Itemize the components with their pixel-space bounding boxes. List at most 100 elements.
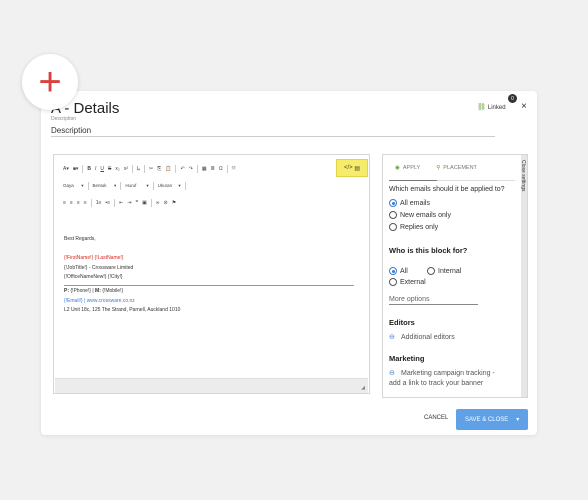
marketing-tracking-text[interactable]: Marketing campaign tracking - <box>401 370 495 377</box>
marketing-heading: Marketing <box>389 354 425 363</box>
font-select[interactable]: Huruf ▾ <box>125 183 148 189</box>
eye-icon: ◉ <box>395 165 400 171</box>
apply-question: Which emails should it be applied to? <box>389 186 505 193</box>
font-color-button[interactable]: A▾ <box>63 166 69 172</box>
toolbar-separator <box>196 165 198 173</box>
numbered-list-icon[interactable]: 1≡ <box>96 200 102 206</box>
bold-button[interactable]: B <box>87 166 91 172</box>
cancel-button[interactable]: CANCEL <box>424 415 448 421</box>
panel-tabs: ◉ APPLY ⚲ PLACEMENT <box>395 165 477 171</box>
underline-button[interactable]: U <box>100 166 104 172</box>
source-code-button[interactable]: </> ▤ <box>336 159 368 177</box>
bg-color-button[interactable]: ■▾ <box>73 166 79 172</box>
lock-icon: ⊖ <box>389 334 395 341</box>
description-label: Description <box>51 116 77 122</box>
cut-icon[interactable]: ✂ <box>149 166 153 172</box>
chevron-down-icon[interactable]: ▾ <box>516 416 519 423</box>
special-char-icon[interactable]: Ω <box>219 166 223 172</box>
audience-heading: Who is this block for? <box>389 246 468 255</box>
toolbar-separator <box>152 182 154 190</box>
save-close-button[interactable]: SAVE & CLOSE ▾ <box>456 409 528 430</box>
format-select[interactable]: Bentuk ▾ <box>93 183 117 189</box>
superscript-button[interactable]: x² <box>124 166 128 172</box>
toolbar-separator <box>175 165 177 173</box>
active-tab-underline <box>389 180 437 181</box>
greeting-text: Best Regards, <box>64 236 96 242</box>
radio-new-emails[interactable]: New emails only <box>389 211 451 219</box>
linked-label: Linked <box>487 105 506 111</box>
toolbar-separator <box>114 199 116 207</box>
strike-button[interactable]: S <box>108 166 111 172</box>
link-icon: ⛓ <box>477 104 486 111</box>
radio-icon <box>389 278 397 286</box>
link-icon[interactable]: ∞ <box>156 200 160 206</box>
div-icon[interactable]: ▣ <box>142 200 147 206</box>
toolbar-separator <box>120 182 122 190</box>
signature-content[interactable]: Best Regards, {!FirstName!} {!LastName!}… <box>64 235 364 316</box>
redo-icon[interactable]: ↷ <box>189 166 193 172</box>
italic-button[interactable]: I <box>95 166 96 172</box>
email-field[interactable]: {!Email!} | www.crossware.co.nz <box>64 297 364 307</box>
radio-all-emails[interactable]: All emails <box>389 199 430 207</box>
toolbar-separator <box>226 165 228 173</box>
copy-icon[interactable]: ⎘ <box>157 166 161 172</box>
address-field: L2 Unit 18c, 125 The Strand, Parnell, Au… <box>64 307 181 314</box>
linked-count-badge: 0 <box>508 94 517 103</box>
radio-replies-only[interactable]: Replies only <box>389 223 438 231</box>
pin-icon: ⚲ <box>436 165 441 171</box>
toolbar-separator <box>87 182 89 190</box>
close-icon[interactable]: × <box>521 101 527 112</box>
paste-icon[interactable]: 📋 <box>165 166 171 172</box>
tab-placement[interactable]: ⚲ PLACEMENT <box>436 165 477 171</box>
radio-audience-internal[interactable]: Internal <box>427 267 461 275</box>
blockquote-icon[interactable]: ❞ <box>135 200 138 206</box>
bullet-list-icon[interactable]: •≡ <box>105 200 110 206</box>
phone-row: P: {!Phone!} | M: {!Mobile!} <box>64 287 124 294</box>
align-left-icon[interactable]: ≡ <box>63 200 66 206</box>
radio-icon <box>389 267 397 275</box>
close-settings-button[interactable]: Close settings <box>520 160 526 191</box>
add-button[interactable]: + <box>22 54 78 110</box>
outdent-icon[interactable]: ⇤ <box>119 200 123 206</box>
maximize-icon[interactable]: ⤧ <box>232 166 236 172</box>
job-field: {!JobTitle!} - Crossware Limited <box>64 264 134 271</box>
radio-icon <box>389 223 397 231</box>
more-options-link[interactable]: More options <box>389 296 478 305</box>
description-input[interactable]: Description <box>51 126 91 135</box>
lock-icon: ⊖ <box>389 370 395 377</box>
marketing-tracking-text-2: add a link to track your banner <box>389 380 484 387</box>
additional-editors-link[interactable]: Additional editors <box>401 334 455 341</box>
style-select[interactable]: Gaya ▾ <box>63 183 84 189</box>
name-field: {!FirstName!} {!LastName!} <box>64 255 124 262</box>
editors-heading: Editors <box>389 318 415 327</box>
tab-apply[interactable]: ◉ APPLY <box>395 165 420 171</box>
align-justify-icon[interactable]: ≡ <box>84 200 87 206</box>
indent-icon[interactable]: ⇥ <box>127 200 131 206</box>
toolbar-row-styles: Gaya ▾ Bentuk ▾ Huruf ▾ Ukuran ▾ <box>55 179 368 193</box>
toolbar-row-paragraph: ≡ ≡ ≡ ≡ 1≡ •≡ ⇤ ⇥ ❞ ▣ ∞ ⊘ ⚑ <box>55 196 368 210</box>
linked-status[interactable]: ⛓ Linked <box>477 103 506 111</box>
align-right-icon[interactable]: ≡ <box>77 200 80 206</box>
document-icon: ▤ <box>354 165 361 172</box>
radio-audience-external[interactable]: External <box>389 278 426 286</box>
undo-icon[interactable]: ↶ <box>180 166 184 172</box>
resize-handle-icon[interactable]: ◢ <box>361 385 365 391</box>
description-underline <box>51 136 495 137</box>
toolbar-separator <box>144 165 146 173</box>
toolbar-separator <box>132 165 133 173</box>
remove-format-button[interactable]: I̶ₓ <box>137 166 140 172</box>
radio-audience-all[interactable]: All <box>389 267 408 275</box>
toolbar-row-formatting: A▾ ■▾ B I U S x₂ x² I̶ₓ ✂ ⎘ 📋 ↶ ↷ ▦ ≣ Ω … <box>55 162 368 176</box>
subscript-button[interactable]: x₂ <box>115 166 119 172</box>
toolbar-separator <box>90 199 92 207</box>
radio-icon <box>427 267 435 275</box>
size-select[interactable]: Ukuran ▾ <box>158 183 181 189</box>
toolbar-separator <box>184 182 186 190</box>
unlink-icon[interactable]: ⊘ <box>163 200 167 206</box>
hr-icon[interactable]: ≣ <box>211 166 215 172</box>
toolbar-separator <box>150 199 152 207</box>
office-field: {!OfficeNameNew!} {!City!} <box>64 274 123 281</box>
table-icon[interactable]: ▦ <box>202 166 207 172</box>
anchor-icon[interactable]: ⚑ <box>172 200 176 206</box>
align-center-icon[interactable]: ≡ <box>70 200 73 206</box>
